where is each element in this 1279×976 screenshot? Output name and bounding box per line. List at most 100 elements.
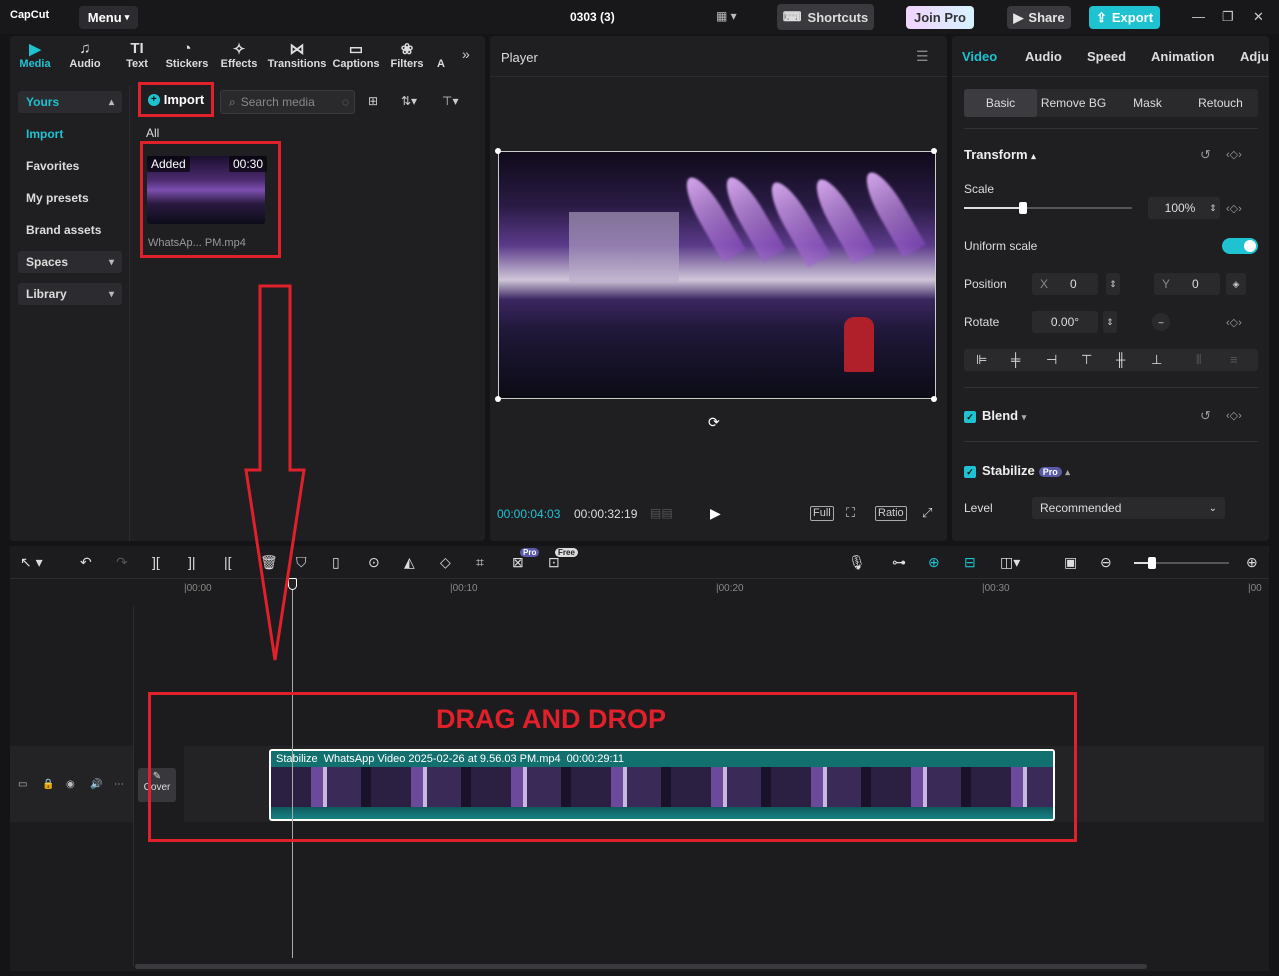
rotate-tool-icon[interactable]: ◇ [440,554,451,571]
sidebar-item-my-presets[interactable]: My presets [18,187,122,209]
select-tool-icon[interactable]: ↖ ▾ [20,554,43,571]
subtab-mask[interactable]: Mask [1111,89,1184,117]
chevron-right-icon[interactable]: » [462,46,470,62]
filter-icon[interactable]: ⊤▾ [442,94,458,108]
rotate-field[interactable]: 0.00° [1032,311,1098,333]
resize-handle[interactable] [931,148,937,154]
blend-section-title[interactable]: ✓ Blend ▾ [964,408,1026,423]
keyframe-icon[interactable]: ‹◇› [1226,148,1242,161]
split-right-icon[interactable]: |[ [224,554,232,570]
join-pro-button[interactable]: Join Pro [906,6,974,29]
subtab-remove-bg[interactable]: Remove BG [1037,89,1110,117]
sidebar-item-yours[interactable]: Yours ▴ [18,91,122,113]
uniform-scale-toggle[interactable] [1222,238,1258,254]
tab-speed[interactable]: Speed [1087,49,1126,64]
export-button[interactable]: ⇪ Export [1089,6,1160,29]
microphone-icon[interactable]: 🎙 [848,554,866,571]
position-y-field[interactable]: Y0 [1154,273,1220,295]
maximize-icon[interactable]: ❐ [1222,9,1234,25]
mirror-icon[interactable]: ◭ [404,554,415,571]
rotate-stepper[interactable]: ⇕ [1103,311,1117,333]
transform-section-title[interactable]: Transform ▴ [964,147,1036,162]
resize-handle[interactable] [495,148,501,154]
reset-icon[interactable]: ↺ [1200,147,1211,163]
tab-audio-props[interactable]: Audio [1025,49,1062,64]
undo-icon[interactable]: ↶ [80,554,92,571]
snap-icon[interactable]: ⊟ [964,554,976,571]
stabilize-checkbox[interactable]: ✓ [964,466,976,478]
close-icon[interactable]: ✕ [1253,9,1264,25]
tab-more[interactable]: A [431,40,451,70]
scale-stepper[interactable]: ⇕ [1206,197,1220,219]
import-button[interactable]: + Import [138,82,214,117]
zoom-out-icon[interactable]: ⊖ [1100,554,1112,571]
full-button[interactable]: Full [810,506,834,521]
scale-field[interactable]: 100% [1148,197,1212,219]
fullscreen-icon[interactable]: ⤢ [922,505,932,521]
menu-button[interactable]: Menu ▾ [79,6,138,29]
position-x-field[interactable]: X0 [1032,273,1098,295]
video-preview[interactable] [498,151,936,399]
scale-slider[interactable] [964,202,1132,214]
scale-slider-knob[interactable] [1018,202,1027,214]
grid-view-icon[interactable]: ⊞ [368,94,378,108]
zoom-in-icon[interactable]: ⊕ [1246,554,1258,571]
zoom-slider-knob[interactable] [1148,557,1156,569]
play-icon[interactable]: ▶ [710,505,721,522]
minimize-icon[interactable]: — [1192,9,1205,24]
shortcuts-button[interactable]: ⌨ Shortcuts [777,4,874,30]
tab-text[interactable]: TI Text [111,40,163,70]
sidebar-item-import[interactable]: Import [18,123,122,145]
keyframe-icon[interactable]: ‹◇› [1226,202,1242,215]
resize-handle[interactable] [495,396,501,402]
tab-stickers[interactable]: ◔ Stickers [161,40,213,70]
subtab-retouch[interactable]: Retouch [1184,89,1257,117]
more-icon[interactable]: ⋯ [114,779,124,790]
align-center-v-icon[interactable]: ╫ [1116,352,1125,367]
reverse-icon[interactable]: ⊙ [368,554,380,571]
volume-icon[interactable]: 🔊 [90,779,102,790]
tab-media[interactable]: ▶ Media [9,40,61,70]
crop-icon[interactable]: ⌗ [476,554,484,571]
blend-checkbox[interactable]: ✓ [964,411,976,423]
zoom-slider[interactable] [1134,557,1229,569]
sidebar-item-spaces[interactable]: Spaces ▾ [18,251,122,273]
screenshot-icon[interactable]: ⛶ [846,505,855,521]
sidebar-item-library[interactable]: Library ▾ [18,283,122,305]
tab-filters[interactable]: ❀ Filters [381,40,433,70]
magnet-icon[interactable]: ⊕ [928,554,940,571]
layout-icon[interactable]: ▦ ▾ [716,9,737,23]
position-x-stepper[interactable]: ⇕ [1106,273,1120,295]
align-center-h-icon[interactable]: ╪ [1011,352,1020,367]
align-right-icon[interactable]: ⊣ [1046,352,1057,368]
level-select[interactable]: Recommended ⌄ [1032,497,1225,519]
rotate-dial-icon[interactable]: – [1152,313,1170,331]
tab-audio[interactable]: ♫ Audio [59,40,111,70]
tab-animation[interactable]: Animation [1151,49,1215,64]
reset-icon[interactable]: ↺ [1200,408,1211,424]
align-top-icon[interactable]: ⊤ [1081,352,1092,368]
split-icon[interactable]: ][ [152,554,160,570]
sidebar-item-brand-assets[interactable]: Brand assets [18,219,122,241]
split-left-icon[interactable]: ]| [188,554,196,570]
tab-video[interactable]: Video [962,49,997,64]
preview-axis-icon[interactable]: ◫▾ [1000,554,1020,571]
sidebar-item-favorites[interactable]: Favorites [18,155,122,177]
align-bottom-icon[interactable]: ⊥ [1151,352,1162,368]
stabilize-section-title[interactable]: ✓ Stabilize Pro ▴ [964,463,1070,478]
tab-transitions[interactable]: ⋈ Transitions [266,40,328,70]
media-item[interactable]: Added 00:30 WhatsAp... PM.mp4 [140,141,281,258]
keyframe-icon[interactable]: ‹◇› [1226,409,1242,422]
rotate-icon[interactable]: ⟳ [708,414,720,431]
resize-handle[interactable] [931,396,937,402]
tab-adjust[interactable]: Adju [1240,49,1269,64]
timeline-scrollbar[interactable] [135,964,1147,969]
keyframe-add-icon[interactable]: ◈ [1226,273,1246,295]
subtab-basic[interactable]: Basic [964,89,1037,117]
lock-icon[interactable]: 🔒 [42,779,54,790]
share-button[interactable]: ▶ Share [1007,6,1071,29]
tab-captions[interactable]: ▭ Captions [329,40,383,70]
search-input[interactable]: ⌕ Search media ◌ [220,90,355,114]
keyframe-icon[interactable]: ‹◇› [1226,316,1242,329]
align-left-icon[interactable]: ⊫ [976,352,987,368]
